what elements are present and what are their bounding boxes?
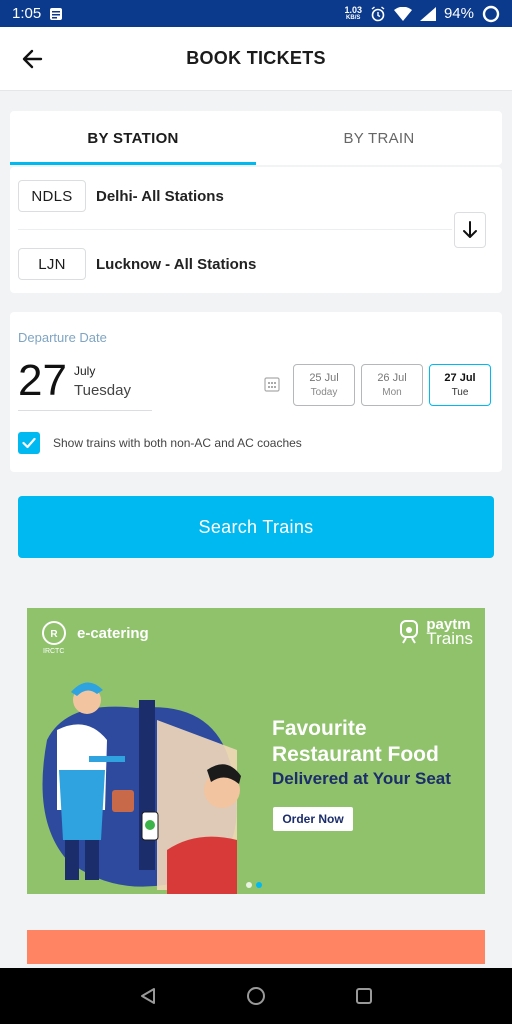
from-station-row[interactable]: NDLS Delhi- All Stations	[18, 179, 224, 213]
selected-day[interactable]: 27	[18, 356, 67, 406]
app-bar: BOOK TICKETS	[0, 27, 512, 91]
secondary-promo-banner[interactable]	[27, 930, 485, 964]
from-station-code: NDLS	[18, 180, 86, 212]
order-now-button[interactable]: Order Now	[273, 807, 353, 831]
selected-month: July	[74, 364, 96, 378]
ac-filter-checkbox[interactable]	[18, 432, 40, 454]
promo-banner[interactable]: R IRCTC e-catering paytm Trains Favourit…	[27, 608, 485, 894]
irctc-label: IRCTC	[43, 648, 65, 655]
train-icon	[400, 620, 419, 644]
carousel-dots	[246, 882, 262, 888]
carousel-dot-active[interactable]	[256, 882, 262, 888]
from-station-name: Delhi- All Stations	[96, 187, 224, 205]
ac-filter-label: Show trains with both non-AC and AC coac…	[53, 436, 302, 450]
to-station-code: LJN	[18, 248, 86, 280]
banner-subline: Delivered at Your Seat	[272, 769, 451, 788]
paytm-sub: Trains	[426, 629, 473, 648]
station-selector: NDLS Delhi- All Stations LJN Lucknow - A…	[10, 167, 502, 293]
to-station-row[interactable]: LJN Lucknow - All Stations	[18, 247, 256, 281]
svg-text:R: R	[50, 629, 58, 640]
arrow-left-icon	[22, 49, 43, 68]
battery-percent: 94%	[443, 5, 474, 22]
swap-stations-button[interactable]	[454, 212, 486, 248]
date-chip-today[interactable]: 25 Jul Today	[293, 364, 355, 406]
to-station-name: Lucknow - All Stations	[96, 255, 257, 273]
departure-date-label: Departure Date	[18, 330, 107, 345]
tab-by-train[interactable]: BY TRAIN	[256, 111, 502, 165]
nav-recents-button[interactable]	[344, 976, 384, 1016]
date-chip-mon[interactable]: 26 Jul Mon	[361, 364, 423, 406]
search-trains-button[interactable]: Search Trains	[18, 496, 494, 558]
irctc-logo-icon: R	[42, 621, 66, 645]
departure-date-card: Departure Date 27 July Tuesday 25 Jul To…	[10, 312, 502, 472]
banner-headline: Favourite Restaurant Food	[272, 717, 439, 766]
selected-weekday: Tuesday	[74, 382, 131, 399]
delivery-illustration	[42, 682, 241, 894]
nav-back-button[interactable]	[128, 976, 168, 1016]
signal-icon	[419, 6, 436, 21]
system-nav-bar	[0, 968, 512, 1024]
ac-filter-row: Show trains with both non-AC and AC coac…	[18, 432, 302, 454]
triangle-back-icon	[141, 988, 155, 1004]
network-speed: 1.03 KB/S	[344, 4, 362, 21]
nav-home-button[interactable]	[236, 976, 276, 1016]
battery-icon	[482, 5, 500, 22]
page-title: BOOK TICKETS	[186, 48, 326, 68]
carousel-dot[interactable]	[246, 882, 252, 888]
date-underline	[18, 410, 152, 411]
square-recents-icon	[356, 988, 372, 1004]
notification-icon	[50, 7, 63, 20]
status-time: 1:05	[12, 5, 42, 22]
arrow-down-icon	[463, 221, 477, 238]
calendar-icon[interactable]	[264, 376, 280, 397]
paytm-trains-logo: paytm Trains	[398, 617, 473, 648]
circle-home-icon	[247, 987, 265, 1005]
wifi-icon	[393, 6, 412, 21]
ecatering-label: e-catering	[77, 624, 149, 642]
date-chip-tue[interactable]: 27 Jul Tue	[429, 364, 491, 406]
tab-by-station[interactable]: BY STATION	[10, 111, 256, 165]
alarm-icon	[371, 5, 385, 21]
irctc-ecatering-logo: R IRCTC e-catering	[39, 618, 149, 655]
back-button[interactable]	[0, 27, 64, 91]
station-divider	[18, 229, 452, 230]
status-bar: 1:05 1.03 KB/S 94%	[0, 0, 512, 27]
check-icon	[22, 437, 36, 449]
search-mode-tabs: BY STATION BY TRAIN	[10, 111, 502, 165]
